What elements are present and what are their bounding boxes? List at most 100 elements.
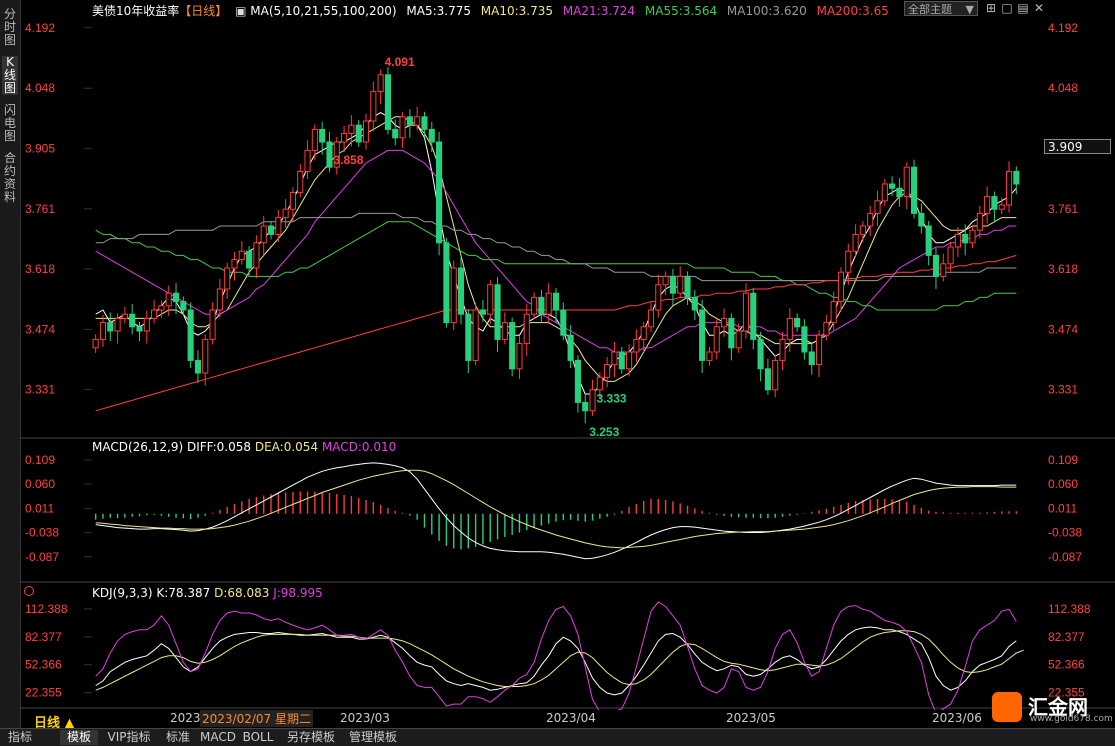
candle-body (121, 313, 128, 319)
extreme-annotation: 3.333 (597, 392, 627, 406)
candle-body (436, 141, 443, 244)
candle-body (721, 317, 728, 328)
date-label: 2023/06 (932, 711, 982, 725)
sidebar-tab-contract-info[interactable]: 合约资料 (2, 152, 18, 204)
candle-body (129, 313, 136, 328)
tab-standard[interactable]: 标准 (160, 730, 196, 745)
kdj-name: KDJ(9,3,3) (92, 586, 153, 600)
y-tick-label-left: 3.474 (25, 322, 55, 336)
candle-body (969, 229, 976, 244)
candle-body (889, 183, 896, 189)
macd-value: MACD:0.010 (321, 440, 397, 454)
candle-body (107, 322, 114, 332)
candle-body (852, 233, 859, 252)
y-tick-label-left: 112.388 (25, 602, 68, 616)
candle-body (691, 296, 698, 311)
candle-body (1005, 170, 1013, 206)
tab-manage-template[interactable]: 管理模板 (344, 730, 402, 745)
candle-body (304, 149, 311, 172)
y-tick-label-right: 0.109 (1048, 453, 1078, 467)
y-tick-label-left: -0.087 (25, 550, 59, 564)
candle-body (362, 120, 370, 143)
sidebar-tab-flash[interactable]: 闪电图 (2, 104, 18, 143)
candle-body (947, 246, 954, 265)
candle-body (567, 334, 574, 361)
tab-save-template[interactable]: 另存模板 (282, 730, 340, 745)
current-price-tag: 3.909 (1044, 139, 1111, 154)
candle-body (874, 200, 881, 214)
candle-body (560, 309, 567, 336)
candle-body (282, 208, 289, 219)
sidebar-tab-timeshare[interactable]: 分时图 (2, 8, 18, 47)
candle-body (224, 267, 231, 290)
y-tick-label-right: -0.038 (1048, 526, 1082, 540)
kdj-k: K:78.387 (156, 586, 211, 600)
candle-body (399, 116, 406, 139)
kdj-k-line (95, 626, 1017, 696)
candle-body (165, 292, 172, 307)
candle-body (523, 313, 530, 345)
candle-body (516, 343, 523, 370)
candle-body (326, 141, 333, 168)
candle-body (216, 288, 223, 311)
candle-body (421, 116, 428, 130)
y-tick-label-right: 3.761 (1048, 202, 1078, 216)
candle-body (202, 338, 209, 374)
date-label: 2023/03 (340, 711, 390, 725)
tab-indicator[interactable]: 指标 (2, 730, 38, 745)
y-tick-label-left: 4.048 (25, 81, 55, 95)
candle-body (830, 301, 837, 324)
candle-body (596, 376, 603, 391)
candle-body (640, 326, 647, 340)
ma-line-ma5 (95, 112, 1017, 395)
candle-body (962, 233, 969, 244)
candle-body (414, 116, 421, 126)
y-tick-label-right: 52.366 (1048, 658, 1085, 672)
candle-body (552, 292, 560, 311)
y-tick-label-right: -0.087 (1048, 550, 1082, 564)
candle-body (487, 284, 494, 315)
kdj-j: J:98.995 (273, 586, 323, 600)
y-tick-label-left: 3.618 (25, 262, 55, 276)
logo: 汇金网 www.gold678.com (992, 690, 1113, 726)
candle-body (311, 128, 318, 151)
candle-body (859, 225, 866, 235)
candle-body (976, 212, 983, 231)
candle-body (677, 275, 684, 294)
y-tick-label-left: 52.366 (25, 658, 62, 672)
macd-diff: DIFF:0.058 (186, 440, 252, 454)
candle-body (238, 250, 245, 261)
candle-body (494, 284, 501, 340)
candle-body (348, 124, 355, 135)
candle-body (589, 389, 596, 412)
logo-url: www.gold678.com (1030, 714, 1113, 724)
y-tick-label-left: 0.060 (25, 477, 55, 491)
candle-body (428, 128, 435, 143)
candle-body (903, 166, 910, 198)
candle-body (209, 309, 216, 340)
tab-vip-indicator[interactable]: VIP指标 (104, 730, 154, 745)
candle-body (180, 301, 187, 311)
candle-body (801, 326, 808, 353)
tab-macd[interactable]: MACD (200, 730, 236, 745)
tab-boll[interactable]: BOLL (240, 730, 276, 745)
candle-body (187, 309, 194, 361)
candle-body (699, 309, 706, 361)
tab-template[interactable]: 模板 (60, 730, 98, 745)
date-label: 2023/04 (546, 711, 596, 725)
candle-body (867, 212, 874, 227)
candle-body (297, 170, 304, 193)
candle-body (881, 183, 888, 202)
candle-body (910, 166, 918, 214)
candle-body (626, 351, 633, 370)
kdj-settings-icon[interactable] (24, 586, 34, 596)
candle-body (611, 351, 618, 366)
kdj-d: D:68.083 (214, 586, 270, 600)
sidebar-tab-kline[interactable]: K线图 (2, 56, 18, 95)
kdj-header: KDJ(9,3,3) K:78.387 D:68.083 J:98.995 (92, 586, 323, 600)
macd-name: MACD(26,12,9) (92, 440, 184, 454)
candle-body (779, 338, 786, 361)
candle-body (604, 364, 611, 378)
candle-body (713, 326, 720, 353)
candle-body (158, 305, 165, 311)
